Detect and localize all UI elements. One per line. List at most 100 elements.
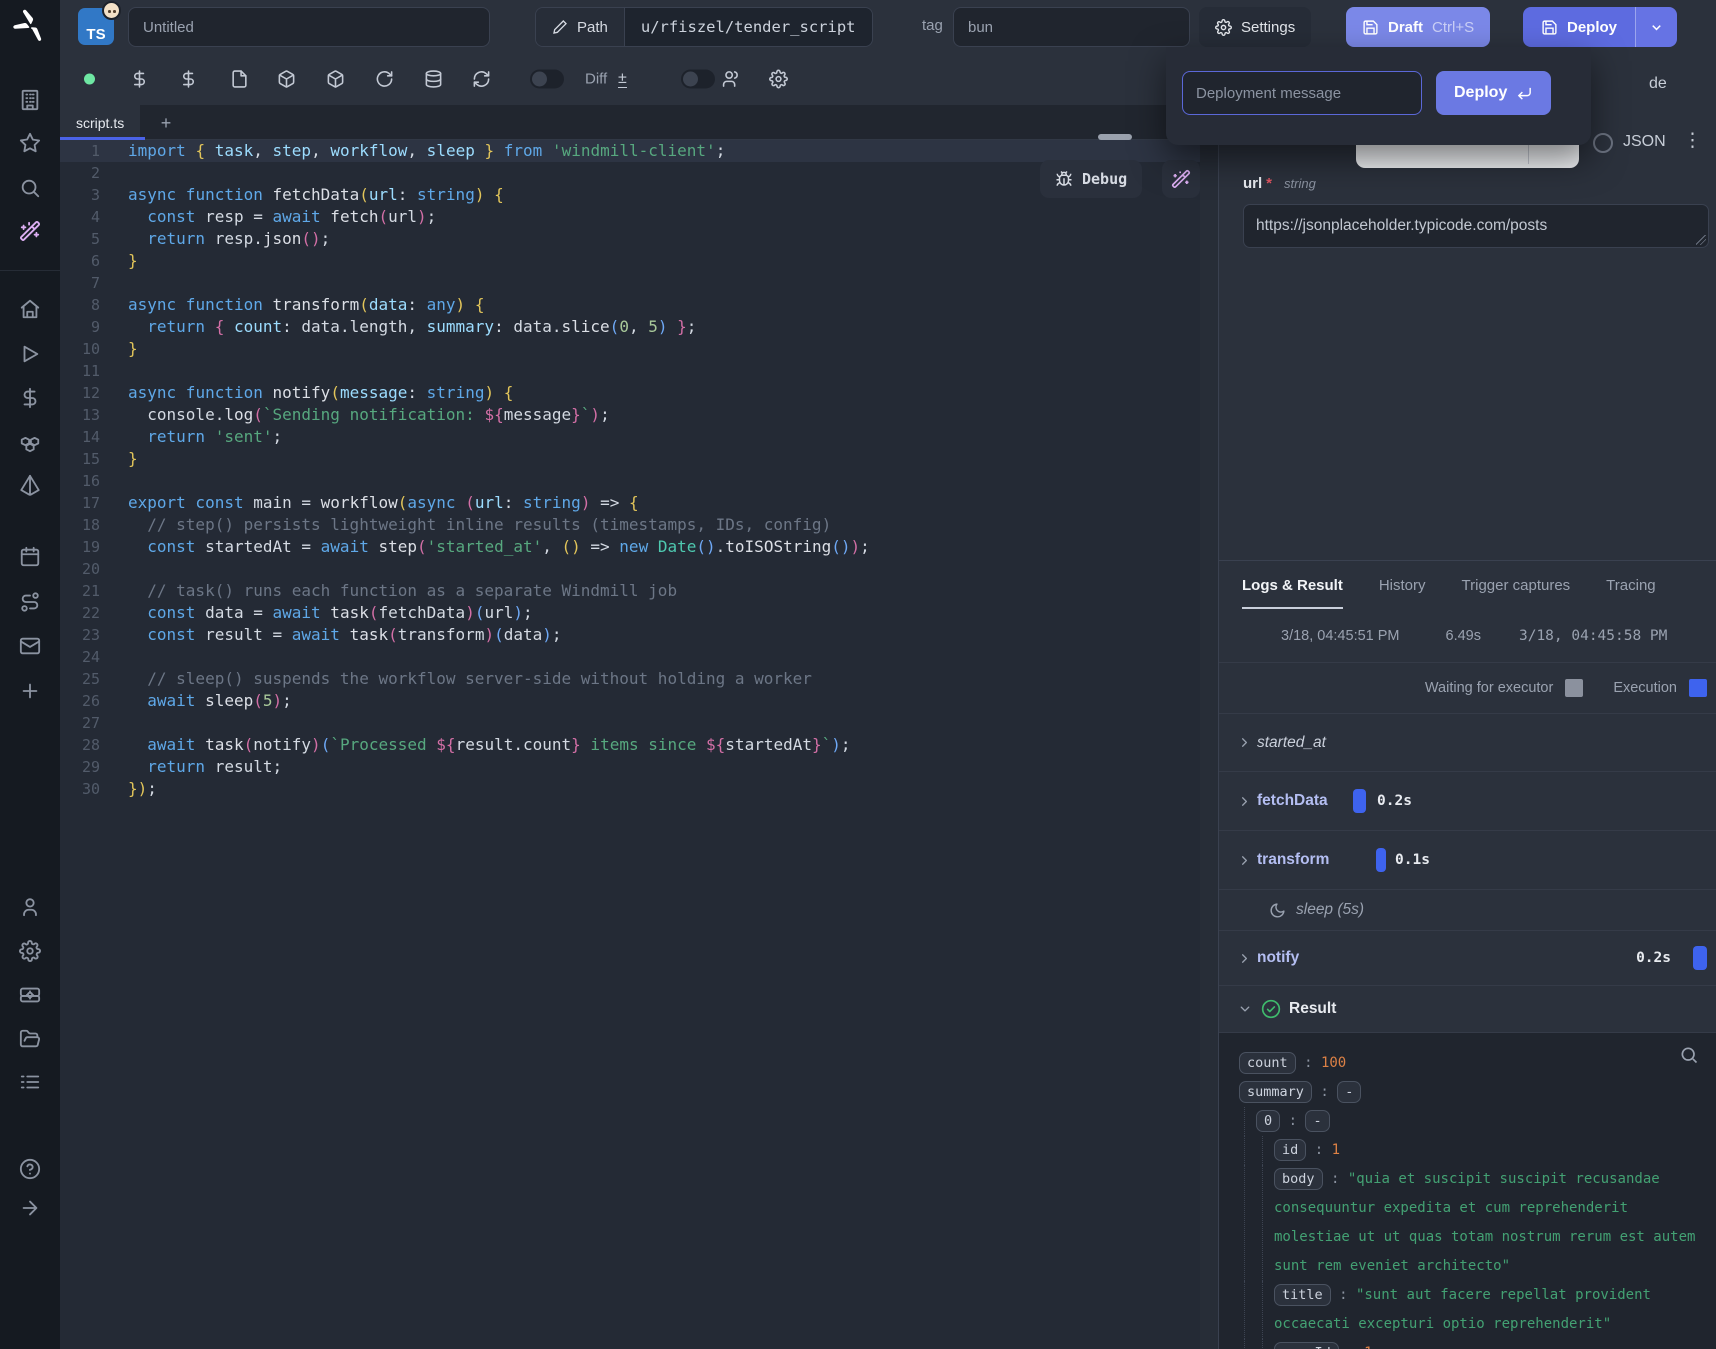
building-icon[interactable]	[18, 88, 42, 112]
settings-icon[interactable]	[18, 939, 42, 963]
code-line-3[interactable]: 3async function fetchData(url: string) {	[60, 184, 1200, 206]
mail-icon[interactable]	[18, 634, 42, 658]
resource-icon[interactable]	[179, 70, 198, 89]
code-line-18[interactable]: 18 // step() persists lightweight inline…	[60, 514, 1200, 536]
code-line-26[interactable]: 26 await sleep(5);	[60, 690, 1200, 712]
magic-wand-icon[interactable]	[18, 219, 42, 243]
code-line-17[interactable]: 17export const main = workflow(async (ur…	[60, 492, 1200, 514]
logs-icon[interactable]	[18, 1070, 42, 1094]
code-line-6[interactable]: 6}	[60, 250, 1200, 272]
plusminus-label[interactable]: ±	[618, 70, 627, 88]
log-tab-logs-result[interactable]: Logs & Result	[1242, 561, 1343, 609]
json-toggle[interactable]	[1593, 133, 1613, 153]
code-line-20[interactable]: 20	[60, 558, 1200, 580]
result-field-userId[interactable]: userId : 1	[1239, 1339, 1697, 1349]
code-line-8[interactable]: 8async function transform(data: any) {	[60, 294, 1200, 316]
schedules-icon[interactable]	[18, 545, 42, 569]
url-input[interactable]: https://jsonplaceholder.typicode.com/pos…	[1243, 204, 1709, 248]
ai-wand-button[interactable]	[1162, 160, 1200, 198]
folders-icon[interactable]	[18, 1027, 42, 1051]
code-line-14[interactable]: 14 return 'sent';	[60, 426, 1200, 448]
tag-input[interactable]: bun	[953, 7, 1190, 47]
variables-icon[interactable]	[18, 386, 42, 410]
code-line-27[interactable]: 27	[60, 712, 1200, 734]
code-line-2[interactable]: 2	[60, 162, 1200, 184]
debug-button[interactable]: Debug	[1040, 160, 1142, 198]
code-line-25[interactable]: 25 // sleep() suspends the workflow serv…	[60, 668, 1200, 690]
draft-button[interactable]: Draft Ctrl+S	[1346, 7, 1490, 47]
star-icon[interactable]	[18, 131, 42, 155]
log-tab-trigger-captures[interactable]: Trigger captures	[1462, 561, 1571, 609]
code-line-24[interactable]: 24	[60, 646, 1200, 668]
result-field-id[interactable]: id : 1	[1239, 1136, 1697, 1165]
result-field-body[interactable]: body : "quia et suscipit suscipit recusa…	[1239, 1165, 1697, 1281]
kebab-menu-icon[interactable]: ⋮	[1683, 129, 1702, 152]
code-line-23[interactable]: 23 const result = await task(transform)(…	[60, 624, 1200, 646]
code-line-11[interactable]: 11	[60, 360, 1200, 382]
code-line-22[interactable]: 22 const data = await task(fetchData)(ur…	[60, 602, 1200, 624]
resources-icon[interactable]	[18, 430, 42, 454]
step-row-sleep-5s-[interactable]: sleep (5s)	[1219, 890, 1716, 931]
code-line-28[interactable]: 28 await task(notify)(`Processed ${resul…	[60, 734, 1200, 756]
tab-script-ts[interactable]: script.ts	[60, 105, 140, 140]
script-icon[interactable]	[230, 70, 249, 89]
edit-path-button[interactable]: Path	[536, 8, 625, 46]
refresh-icon[interactable]	[472, 70, 491, 89]
help-icon[interactable]	[18, 1157, 42, 1181]
step-row-result[interactable]: Result	[1219, 986, 1716, 1033]
result-field-summary[interactable]: summary : -	[1239, 1078, 1697, 1107]
flows-icon[interactable]	[18, 590, 42, 614]
users-icon[interactable]	[722, 70, 741, 89]
add-icon[interactable]	[18, 679, 42, 703]
result-field-count[interactable]: count : 100	[1239, 1049, 1697, 1078]
code-line-15[interactable]: 15}	[60, 448, 1200, 470]
triggers-icon[interactable]	[18, 473, 42, 497]
code-line-16[interactable]: 16	[60, 470, 1200, 492]
home-icon[interactable]	[18, 297, 42, 321]
code-line-4[interactable]: 4 const resp = await fetch(url);	[60, 206, 1200, 228]
script-title-input[interactable]: Untitled	[128, 7, 490, 47]
code-line-30[interactable]: 30});	[60, 778, 1200, 800]
settings-button[interactable]: Settings	[1199, 7, 1311, 47]
tab-scrollbar-thumb[interactable]	[1098, 134, 1132, 140]
code-line-5[interactable]: 5 return resp.json();	[60, 228, 1200, 250]
variable-icon[interactable]	[130, 70, 149, 89]
code-editor[interactable]: 1import { task, step, workflow, sleep } …	[60, 140, 1200, 1349]
code-line-9[interactable]: 9 return { count: data.length, summary: …	[60, 316, 1200, 338]
package2-icon[interactable]	[326, 70, 345, 89]
code-line-29[interactable]: 29 return result;	[60, 756, 1200, 778]
package-icon[interactable]	[277, 70, 296, 89]
collapse-icon[interactable]	[18, 1196, 42, 1220]
result-field-0[interactable]: 0 : -	[1239, 1107, 1697, 1136]
result-field-title[interactable]: title : "sunt aut facere repellat provid…	[1239, 1281, 1697, 1339]
step-row-notify[interactable]: notify0.2s	[1219, 931, 1716, 986]
resize-handle-icon[interactable]	[1696, 235, 1706, 245]
windmill-logo-icon[interactable]	[13, 9, 47, 43]
new-tab-button[interactable]: +	[153, 110, 179, 136]
user-icon[interactable]	[18, 895, 42, 919]
path-value[interactable]: u/rfiszel/tender_script	[625, 8, 872, 46]
log-tab-tracing[interactable]: Tracing	[1606, 561, 1655, 609]
step-row-fetchdata[interactable]: fetchData0.2s	[1219, 772, 1716, 831]
code-line-1[interactable]: 1import { task, step, workflow, sleep } …	[60, 140, 1200, 162]
editor-settings-icon[interactable]	[769, 70, 788, 89]
code-line-21[interactable]: 21 // task() runs each function as a sep…	[60, 580, 1200, 602]
workers-icon[interactable]	[18, 983, 42, 1007]
runs-icon[interactable]	[18, 342, 42, 366]
popup-deploy-button[interactable]: Deploy	[1436, 71, 1551, 115]
code-line-12[interactable]: 12async function notify(message: string)…	[60, 382, 1200, 404]
assistant-toggle[interactable]	[681, 70, 715, 89]
log-tab-history[interactable]: History	[1379, 561, 1426, 609]
deploy-button[interactable]: Deploy	[1523, 7, 1635, 47]
code-line-13[interactable]: 13 console.log(`Sending notification: ${…	[60, 404, 1200, 426]
search-icon[interactable]	[18, 176, 42, 200]
diff-toggle[interactable]	[530, 70, 564, 89]
reset-icon[interactable]	[375, 70, 394, 89]
code-line-19[interactable]: 19 const startedAt = await step('started…	[60, 536, 1200, 558]
code-line-7[interactable]: 7	[60, 272, 1200, 294]
deployment-message-input[interactable]: Deployment message	[1182, 71, 1422, 115]
step-row-transform[interactable]: transform0.1s	[1219, 831, 1716, 890]
panel-splitter[interactable]	[1200, 53, 1218, 1349]
code-line-10[interactable]: 10}	[60, 338, 1200, 360]
step-row-started-at[interactable]: started_at	[1219, 714, 1716, 772]
